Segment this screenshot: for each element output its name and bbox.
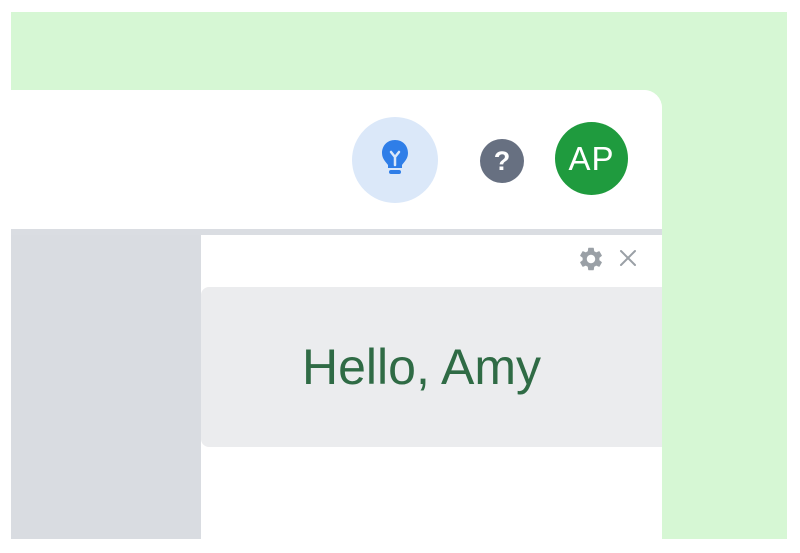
sidebar bbox=[11, 235, 201, 539]
screen: ? AP Hello, Amy bbox=[0, 0, 800, 553]
settings-button[interactable] bbox=[576, 246, 606, 276]
lightbulb-icon bbox=[380, 138, 410, 183]
help-button[interactable]: ? bbox=[480, 139, 524, 183]
welcome-panel: Hello, Amy bbox=[201, 235, 662, 539]
top-bar: ? AP bbox=[11, 90, 662, 229]
app-window: ? AP Hello, Amy bbox=[11, 90, 662, 539]
greeting-card: Hello, Amy bbox=[201, 287, 662, 447]
user-avatar[interactable]: AP bbox=[555, 122, 628, 195]
avatar-initials: AP bbox=[568, 139, 615, 177]
close-icon bbox=[619, 249, 637, 272]
help-icon: ? bbox=[493, 145, 511, 176]
tips-button[interactable] bbox=[352, 117, 438, 203]
gear-icon bbox=[577, 245, 605, 278]
greeting-text: Hello, Amy bbox=[302, 339, 541, 395]
close-button[interactable] bbox=[616, 248, 640, 272]
